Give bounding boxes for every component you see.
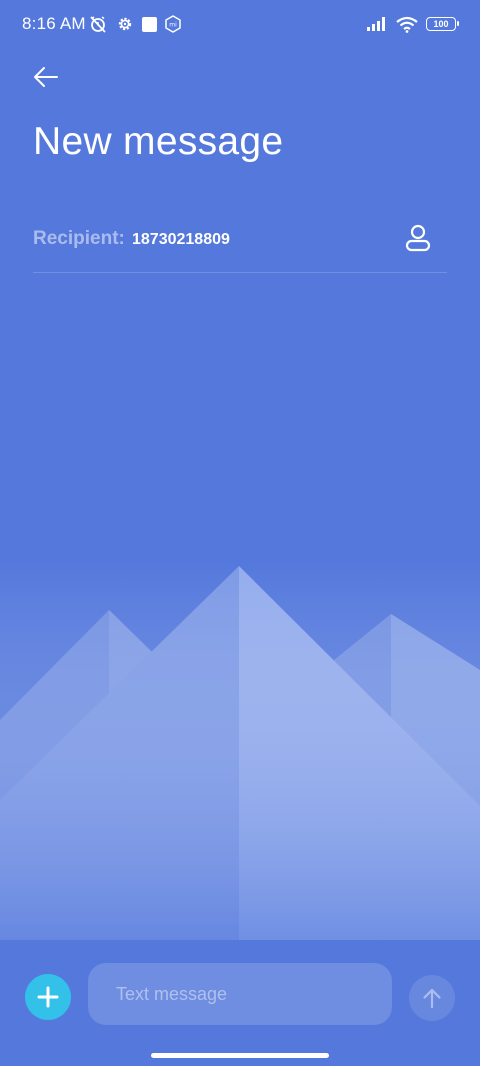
battery-icon: 100 bbox=[426, 17, 459, 31]
svg-text:mi: mi bbox=[169, 22, 177, 29]
send-button[interactable] bbox=[409, 975, 455, 1021]
status-left-icons: mi bbox=[88, 13, 181, 35]
mountains-illustration bbox=[0, 560, 480, 940]
signal-icon bbox=[367, 17, 385, 31]
arrow-left-icon bbox=[34, 67, 58, 87]
recipient-row[interactable]: Recipient: 18730218809 bbox=[33, 222, 447, 273]
recipient-label: Recipient: bbox=[33, 228, 125, 249]
arrow-up-icon bbox=[423, 988, 441, 1009]
message-input[interactable] bbox=[88, 963, 392, 1025]
back-button[interactable] bbox=[30, 62, 62, 92]
battery-level: 100 bbox=[433, 19, 449, 29]
recipient-value[interactable]: 18730218809 bbox=[132, 231, 230, 249]
mi-icon: mi bbox=[165, 15, 181, 33]
status-right-icons: 100 bbox=[366, 13, 459, 35]
square-notification-icon bbox=[142, 16, 157, 32]
plus-icon bbox=[37, 986, 59, 1008]
page-title: New message bbox=[33, 120, 284, 163]
person-icon bbox=[405, 224, 431, 252]
composer-bar bbox=[0, 940, 480, 1066]
status-bar: 8:16 AM mi 100 bbox=[0, 0, 480, 48]
home-indicator bbox=[151, 1053, 329, 1058]
add-attachment-button[interactable] bbox=[25, 974, 71, 1020]
status-time: 8:16 AM bbox=[22, 14, 86, 33]
alarm-off-icon bbox=[90, 16, 106, 33]
wifi-icon bbox=[396, 16, 418, 33]
contact-picker-button[interactable] bbox=[403, 222, 433, 256]
settings-gear-icon bbox=[118, 17, 132, 31]
